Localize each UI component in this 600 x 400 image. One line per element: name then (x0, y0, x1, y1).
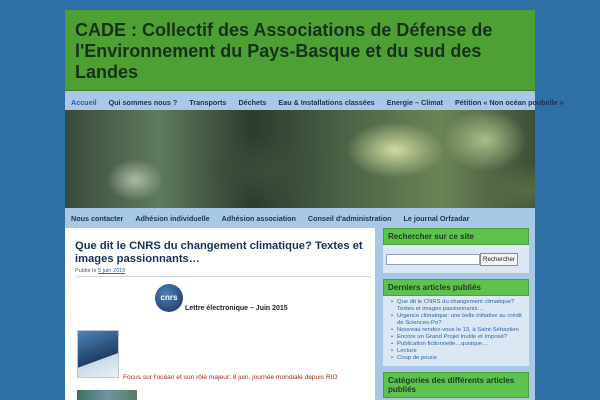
recent-post-link[interactable]: Nouveau rendez-vous le 13, à Saint-Sébas… (391, 327, 525, 334)
nav-item-petition[interactable]: Pétition « Non océan poubelle » (449, 98, 570, 107)
nav-item-qui-sommes-nous[interactable]: Qui sommes nous ? (103, 98, 184, 107)
main-navigation: Accueil Qui sommes nous ? Transports Déc… (65, 92, 564, 112)
divider (75, 276, 371, 277)
secondary-navigation: Nous contacter Adhésion individuelle Adh… (65, 208, 535, 228)
nav-item-adhesion-association[interactable]: Adhésion association (216, 214, 302, 223)
second-thumbnail[interactable] (77, 390, 137, 400)
nav-item-accueil[interactable]: Accueil (65, 98, 103, 107)
search-button[interactable]: Rechercher (480, 253, 518, 266)
recent-post-link[interactable]: Que dit le CNRS du changement climatique… (391, 299, 525, 313)
search-widget-title: Rechercher sur ce site (383, 228, 529, 245)
site-header: CADE : Collectif des Associations de Déf… (65, 10, 535, 91)
recent-posts-list: Que dit le CNRS du changement climatique… (387, 299, 525, 362)
nav-item-eau[interactable]: Eau & Installations classées (272, 98, 380, 107)
recent-post-link[interactable]: Encore un Grand Projet Inutile et Imposé… (391, 334, 525, 341)
post-meta: Publié le 5 juin 2015 (75, 268, 125, 274)
nav-item-conseil[interactable]: Conseil d'administration (302, 214, 398, 223)
nav-item-journal[interactable]: Le journal Orfzadar (397, 214, 475, 223)
focus-ocean-text: Focus sur l'océan et son rôle majeur: 8 … (123, 374, 338, 381)
post-meta-prefix: Publié le (75, 268, 97, 274)
nav-item-adhesion-individuelle[interactable]: Adhésion individuelle (129, 214, 215, 223)
page-container: CADE : Collectif des Associations de Déf… (65, 10, 564, 400)
site-title[interactable]: CADE : Collectif des Associations de Déf… (75, 20, 525, 83)
post-title[interactable]: Que dit le CNRS du changement climatique… (75, 240, 370, 266)
cnrs-logo: cnrs (155, 284, 183, 312)
newsletter-title: Lettre électronique – Juin 2015 (185, 305, 288, 312)
sidebar: Rechercher sur ce site Rechercher Dernie… (383, 228, 529, 400)
recent-posts-widget: Que dit le CNRS du changement climatique… (383, 296, 529, 366)
header-banner-image (65, 110, 535, 208)
recent-post-link[interactable]: Publication fictionnelle…quoique… (391, 341, 525, 348)
recent-posts-title: Derniers articles publiés (383, 279, 529, 296)
nav-item-dechets[interactable]: Déchets (232, 98, 272, 107)
search-input[interactable] (386, 254, 480, 265)
categories-widget-title: Catégories des différents articles publi… (383, 372, 529, 398)
search-widget: Rechercher (383, 245, 529, 273)
nav-item-energie-climat[interactable]: Energie – Climat (381, 98, 449, 107)
post-date-link[interactable]: 5 juin 2015 (98, 268, 125, 274)
main-content: Que dit le CNRS du changement climatique… (65, 228, 375, 400)
ocean-brochure-thumbnail[interactable] (77, 330, 119, 378)
recent-post-link[interactable]: Coup de pouce (391, 355, 525, 362)
nav-item-contact[interactable]: Nous contacter (65, 214, 129, 223)
recent-post-link[interactable]: Lecture (391, 348, 525, 355)
nav-item-transports[interactable]: Transports (183, 98, 232, 107)
recent-post-link[interactable]: Urgence climatique: une belle initiative… (391, 313, 525, 327)
